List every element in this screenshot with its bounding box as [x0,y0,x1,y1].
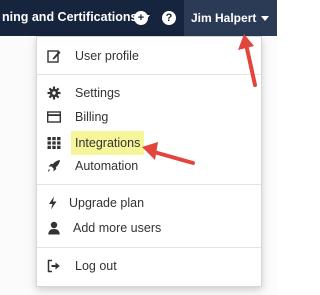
edit-icon [47,50,61,63]
rocket-icon [48,160,60,172]
annotation-arrow-integrations [142,142,195,165]
user-icon [48,221,60,235]
add-icon[interactable]: + [134,11,148,25]
menu-item-upgrade-plan[interactable]: Upgrade plan [37,191,261,215]
sign-out-icon [47,259,60,273]
user-name: Jim Halpert [191,11,257,25]
credit-card-icon [47,111,61,123]
help-icon[interactable]: ? [162,11,176,25]
menu-item-user-profile[interactable]: User profile [37,44,261,68]
menu-item-billing[interactable]: Billing [37,105,261,129]
annotation-arrow-user-menu [238,34,257,87]
grid-icon [47,137,61,149]
menu-item-settings[interactable]: Settings [37,81,261,105]
menu-divider [37,247,261,248]
lightning-bolt-icon [49,196,57,210]
menu-item-log-out[interactable]: Log out [37,254,261,278]
workspace-title: ning and Certifications [2,10,138,24]
menu-divider [37,184,261,185]
workspace-dropdown[interactable]: ning and Certifications [2,10,151,24]
gear-icon [47,86,61,100]
chevron-down-icon [261,16,270,22]
menu-divider [37,74,261,75]
menu-item-add-more-users[interactable]: Add more users [37,216,261,240]
